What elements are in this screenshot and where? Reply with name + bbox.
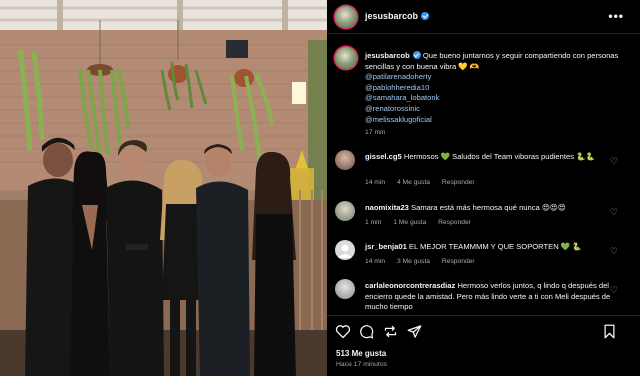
comment-text: jsr_benja01 EL MEJOR TEAMMMM Y QUE SOPOR… (365, 242, 627, 253)
comment-like-heart-icon[interactable]: ♡ (610, 285, 618, 296)
mention-link[interactable]: @melissaklugoficial (365, 115, 633, 126)
default-user-icon (338, 244, 352, 258)
post-header: jesusbarcob ••• (327, 0, 640, 34)
heart-icon[interactable] (335, 324, 351, 339)
comment-meta: 1 min 1 Me gusta Responder (365, 219, 481, 226)
caption-text: jesusbarcob Que bueno juntarnos y seguir… (365, 51, 633, 139)
comment-likes[interactable]: 1 Me gusta (393, 219, 426, 226)
comment-text: gissel.cg5 Hermosos 💚 Saludos del Team v… (365, 152, 627, 163)
commenter-avatar-default[interactable] (335, 240, 355, 260)
author-avatar[interactable] (335, 6, 357, 28)
commenter-username[interactable]: naomixita23 (365, 203, 409, 212)
comment-like-heart-icon[interactable]: ♡ (610, 207, 618, 218)
caption-timestamp: 17 min (365, 129, 386, 137)
comment-body: EL MEJOR TEAMMMM Y QUE SOPORTEN 💚 🐍 (408, 242, 582, 251)
commenter-username[interactable]: carlaleonorcontrerasdiaz (365, 281, 455, 290)
comment-body: Samara está más hermosa qué nunca 😍😍😍 (411, 203, 566, 212)
post-actions-bar (327, 315, 640, 345)
likes-count[interactable]: 513 Me gusta (336, 349, 386, 358)
reply-button[interactable]: Responder (442, 258, 475, 265)
mention-link[interactable]: @pablohheredia10 (365, 83, 633, 94)
mention-link[interactable]: @renatorossinic (365, 104, 633, 115)
mention-link[interactable]: @patilarenadoherty (365, 72, 633, 83)
comment-time: 14 min (365, 258, 386, 265)
post-time-ago: Hace 17 minutos (336, 361, 388, 368)
send-icon[interactable] (407, 324, 422, 339)
comment-likes[interactable]: 4 Me gusta (397, 179, 430, 186)
comment-likes[interactable]: 3 Me gusta (397, 258, 430, 265)
commenter-username[interactable]: gissel.cg5 (365, 152, 402, 161)
comment-meta: 14 min 3 Me gusta Responder (365, 258, 485, 265)
comment-like-heart-icon[interactable]: ♡ (610, 156, 618, 167)
post-photo-illustration (0, 0, 327, 376)
caption-avatar[interactable] (335, 47, 357, 69)
comment-body: Hermosos 💚 Saludos del Team viboras pudi… (403, 152, 596, 161)
author-username-text[interactable]: jesusbarcob (365, 11, 418, 21)
post-detail-panel: jesusbarcob ••• jesusbarcob Que bueno ju… (327, 0, 640, 376)
comment-text: carlaleonorcontrerasdiaz Hermoso verlos … (365, 281, 627, 313)
commenter-username[interactable]: jsr_benja01 (365, 242, 407, 251)
commenter-avatar[interactable] (335, 279, 355, 299)
caption-username[interactable]: jesusbarcob (365, 51, 410, 60)
bookmark-icon[interactable] (603, 324, 616, 339)
more-options-button[interactable]: ••• (608, 9, 624, 23)
reply-button[interactable]: Responder (442, 179, 475, 186)
comment-text: naomixita23 Samara está más hermosa qué … (365, 203, 627, 214)
comment-meta: 14 min 4 Me gusta Responder (365, 179, 485, 186)
commenter-avatar[interactable] (335, 150, 355, 170)
repost-icon[interactable] (383, 324, 398, 339)
comment-icon[interactable] (359, 324, 374, 339)
post-photo[interactable] (0, 0, 327, 376)
mention-link[interactable]: @samahara_lobatonk (365, 93, 633, 104)
comment-like-heart-icon[interactable]: ♡ (610, 246, 618, 257)
verified-badge-icon (421, 12, 430, 20)
comment-time: 1 min (365, 219, 382, 226)
author-username[interactable]: jesusbarcob (365, 11, 430, 21)
verified-badge-icon (412, 51, 421, 59)
commenter-avatar[interactable] (335, 201, 355, 221)
comment-time: 14 min (365, 179, 386, 186)
reply-button[interactable]: Responder (438, 219, 471, 226)
